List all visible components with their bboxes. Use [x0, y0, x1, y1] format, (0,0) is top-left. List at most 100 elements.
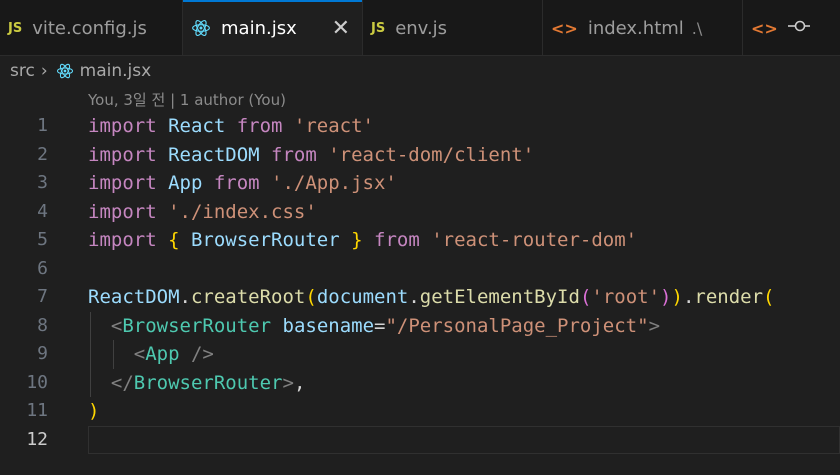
code-token: getElementById [419, 286, 580, 308]
code-line[interactable]: 1 import React from 'react' [0, 112, 840, 141]
tab-main-jsx[interactable]: main.jsx ✕ [183, 0, 363, 55]
code-token: './index.css' [168, 200, 317, 223]
line-number: 10 [26, 371, 48, 393]
code-token: BrowserRouter [133, 371, 283, 394]
code-token: App [145, 343, 191, 365]
code-token: BrowserRouter [122, 314, 283, 337]
line-number: 4 [37, 200, 48, 222]
code-token: { [168, 229, 191, 251]
line-number: 12 [26, 428, 48, 450]
chevron-right-icon: › [40, 61, 48, 81]
code-token: import [88, 172, 169, 194]
code-token: "/PersonalPage_Project" [385, 314, 649, 337]
react-icon [191, 18, 211, 38]
code-token: './App.jsx' [271, 172, 397, 194]
code-line[interactable]: 11) [0, 397, 840, 426]
code-token: > [648, 314, 661, 337]
line-code: <App /> [88, 340, 214, 369]
code-token: < [133, 343, 146, 365]
line-number: 9 [37, 343, 48, 364]
code-token: import [88, 229, 169, 251]
js-icon: JS [371, 20, 386, 36]
tab-label: main.jsx [221, 17, 297, 39]
editor-tab-bar: JS vite.config.js main.jsx ✕ JS env.js <… [0, 0, 840, 56]
line-number: 8 [37, 314, 48, 336]
line-number: 2 [37, 143, 48, 165]
code-token: from [374, 229, 432, 251]
code-token: document [316, 286, 409, 308]
line-code: import { BrowserRouter } from 'react-rou… [88, 226, 637, 255]
code-token: } [351, 229, 375, 251]
code-line[interactable]: 4 import './index.css' [0, 198, 840, 227]
code-line[interactable]: 12 [0, 425, 840, 454]
code-token: basename [282, 314, 375, 337]
js-icon: JS [8, 20, 23, 36]
code-token: ( [579, 286, 592, 308]
tab-label: index.html [587, 17, 684, 39]
code-token: > [282, 371, 294, 394]
code-line[interactable]: 10 </BrowserRouter>, [0, 369, 840, 398]
source-control-icon [787, 17, 810, 40]
code-token: 'react-dom/client' [328, 143, 535, 166]
line-code: <BrowserRouter basename="/PersonalPage_P… [88, 312, 660, 341]
tab-overflow[interactable]: <> [743, 0, 840, 55]
close-icon[interactable]: ✕ [332, 16, 350, 41]
code-token: , [293, 371, 306, 394]
line-code: import App from './App.jsx' [88, 169, 397, 198]
react-icon [56, 62, 74, 80]
html-icon: <> [751, 18, 778, 38]
codelens-blame[interactable]: You, 3일 전 | 1 author (You) [88, 88, 286, 112]
code-token: . [179, 286, 191, 308]
breadcrumb-folder[interactable]: src [10, 61, 35, 81]
code-token: < [110, 314, 123, 337]
code-token: = [374, 314, 386, 337]
tab-env-js[interactable]: JS env.js [363, 0, 543, 55]
code-token: . [682, 286, 695, 308]
code-token: ReactDOM [88, 286, 180, 308]
code-line[interactable]: 8 <BrowserRouter basename="/PersonalPage… [0, 312, 840, 341]
html-icon: <> [551, 18, 578, 38]
code-line[interactable]: 7 ReactDOM.createRoot(document.getElement… [0, 283, 840, 312]
code-token: ReactDOM [168, 143, 272, 166]
tab-vite-config[interactable]: JS vite.config.js [0, 0, 183, 55]
code-token: ( [763, 286, 775, 308]
code-token: ( [305, 286, 317, 308]
code-token: createRoot [190, 286, 306, 308]
code-editor[interactable]: 1 import React from 'react' 2 import ReactD… [0, 112, 840, 454]
code-token: BrowserRouter [190, 229, 352, 251]
tab-label: vite.config.js [32, 17, 147, 39]
code-token: import [88, 143, 169, 166]
line-number: 6 [37, 257, 48, 279]
line-number: 1 [37, 115, 48, 136]
code-line[interactable]: 9 <App /> [0, 340, 840, 369]
code-token: render [694, 286, 764, 308]
code-line[interactable]: 5 import { BrowserRouter } from 'react-ro… [0, 226, 840, 255]
code-line[interactable]: 3 import App from './App.jsx' [0, 169, 840, 198]
line-number: 7 [37, 286, 48, 307]
line-code: ) [88, 397, 99, 426]
code-token: ) [660, 286, 672, 308]
tab-index-html[interactable]: <> index.html .\ [543, 0, 743, 55]
tab-path-hint: .\ [691, 18, 703, 38]
code-token: 'react-router-dom' [431, 229, 638, 251]
line-code: ReactDOM.createRoot(document.getElementB… [88, 283, 774, 312]
code-token: </ [110, 371, 134, 394]
line-number: 11 [26, 400, 48, 421]
current-line-highlight [88, 425, 840, 454]
code-token: /> [190, 343, 214, 365]
code-token: ) [671, 286, 683, 308]
code-token: 'react' [293, 115, 374, 137]
code-line[interactable]: 6 [0, 255, 840, 284]
code-line[interactable]: 2 import ReactDOM from 'react-dom/client' [0, 141, 840, 170]
breadcrumb-file[interactable]: main.jsx [80, 61, 152, 81]
code-token: App [168, 172, 214, 194]
code-token: from [236, 115, 294, 137]
tab-label: env.js [395, 17, 448, 39]
line-number: 5 [37, 229, 48, 250]
line-number: 3 [37, 172, 48, 193]
code-token: import [88, 115, 169, 137]
code-token: 'root' [591, 286, 661, 308]
